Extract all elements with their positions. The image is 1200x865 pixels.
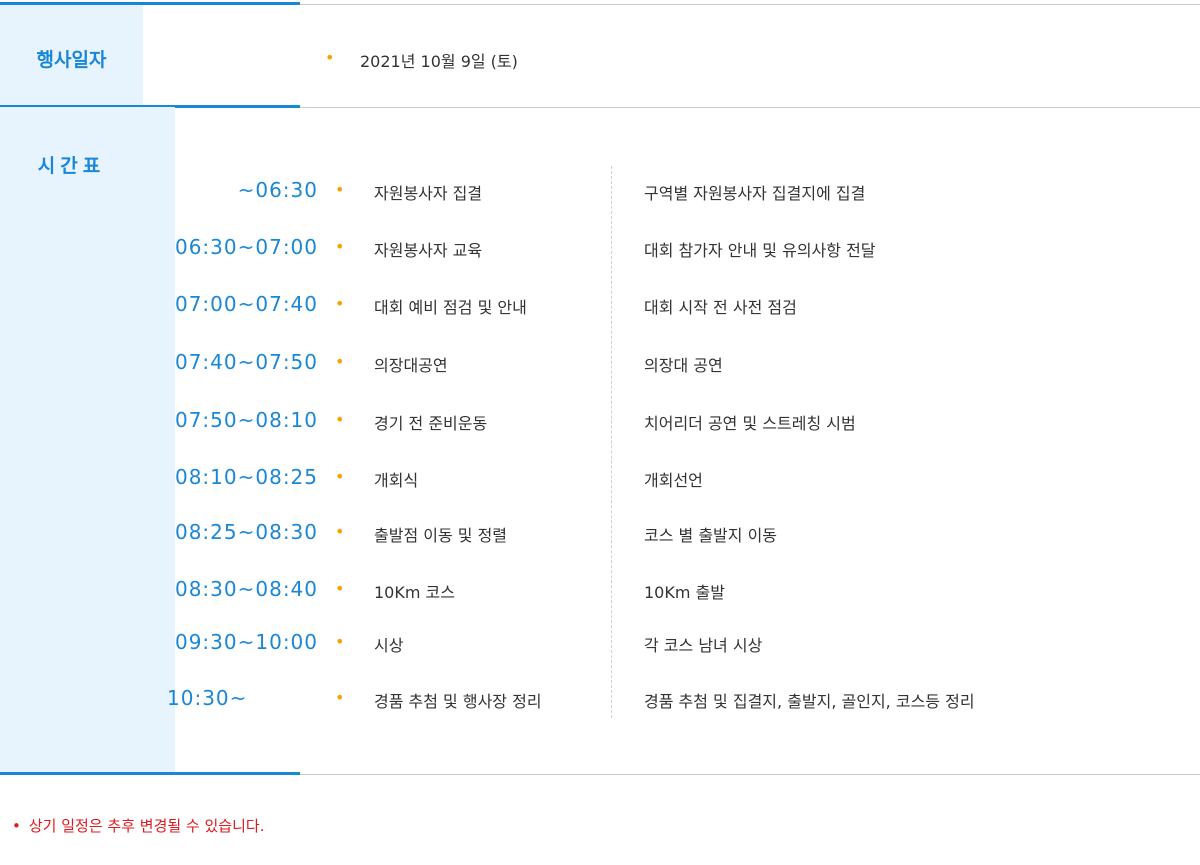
bullet-icon: • [335, 579, 345, 598]
bullet-icon: • [325, 48, 335, 67]
schedule-time: 07:40~07:50 [174, 350, 318, 374]
schedule-activity: 경기 전 준비운동 [374, 414, 488, 433]
schedule-time: 07:00~07:40 [174, 292, 318, 316]
schedule-label: 시간표 [37, 155, 106, 177]
schedule-description: 구역별 자원봉사자 집결지에 집결 [644, 184, 866, 203]
event-date-label: 행사일자 [36, 49, 107, 71]
schedule-activity: 경품 추첨 및 행사장 정리 [374, 692, 542, 711]
schedule-row: 08:10~08:25 • 개회식 개회선언 [143, 457, 1200, 497]
bullet-icon: • [335, 410, 345, 429]
schedule-description: 10Km 출발 [644, 583, 725, 602]
schedule-activity: 대회 예비 점검 및 안내 [374, 298, 527, 317]
section-divider [300, 107, 1200, 108]
schedule-row: 07:00~07:40 • 대회 예비 점검 및 안내 대회 시작 전 사전 점… [143, 284, 1200, 324]
schedule-time: 08:25~08:30 [174, 520, 318, 544]
schedule-activity: 자원봉사자 교육 [374, 241, 483, 260]
schedule-description: 치어리더 공연 및 스트레칭 시범 [644, 414, 856, 433]
top-divider [300, 4, 1200, 5]
schedule-description: 코스 별 출발지 이동 [644, 526, 778, 545]
schedule-activity: 출발점 이동 및 정렬 [374, 526, 508, 545]
schedule-activity: 자원봉사자 집결 [374, 184, 483, 203]
bullet-icon: • [335, 180, 345, 199]
schedule-row: 07:50~08:10 • 경기 전 준비운동 치어리더 공연 및 스트레칭 시… [143, 400, 1200, 440]
schedule-change-note: • 상기 일정은 추후 변경될 수 있습니다. [12, 815, 264, 836]
schedule-row: 08:25~08:30 • 출발점 이동 및 정렬 코스 별 출발지 이동 [143, 512, 1200, 552]
bullet-icon: • [335, 522, 345, 541]
note-bullet-icon: • [12, 817, 21, 835]
schedule-row: 07:40~07:50 • 의장대공연 의장대 공연 [143, 342, 1200, 382]
bullet-icon: • [335, 467, 345, 486]
schedule-row: ~06:30 • 자원봉사자 집결 구역별 자원봉사자 집결지에 집결 [143, 170, 1200, 210]
schedule-activity: 10Km 코스 [374, 583, 455, 602]
schedule-time: 06:30~07:00 [174, 235, 318, 259]
schedule-row: 06:30~07:00 • 자원봉사자 교육 대회 참가자 안내 및 유의사항 … [143, 227, 1200, 267]
bullet-icon: • [335, 237, 345, 256]
schedule-activity: 시상 [374, 636, 404, 655]
event-schedule-panel: 행사일자 • 2021년 10월 9일 (토) 시간표 ~06:30 • 자원봉… [0, 0, 1200, 865]
schedule-activity: 개회식 [374, 471, 419, 490]
bottom-accent-rule [0, 772, 300, 775]
schedule-description: 각 코스 남녀 시상 [644, 636, 763, 655]
schedule-time: 08:30~08:40 [174, 577, 318, 601]
schedule-row: 09:30~10:00 • 시상 각 코스 남녀 시상 [143, 622, 1200, 662]
schedule-activity: 의장대공연 [374, 356, 448, 375]
event-date-label-cell: 행사일자 [0, 5, 143, 106]
schedule-row: 10:30~ • 경품 추첨 및 행사장 정리 경품 추첨 및 집결지, 출발지… [143, 678, 1200, 718]
bullet-icon: • [335, 632, 345, 651]
schedule-time: 07:50~08:10 [174, 408, 318, 432]
bullet-icon: • [335, 352, 345, 371]
schedule-time: 10:30~ [167, 686, 248, 710]
schedule-time: 08:10~08:25 [174, 465, 318, 489]
schedule-time: ~06:30 [237, 178, 318, 202]
schedule-row: 08:30~08:40 • 10Km 코스 10Km 출발 [143, 569, 1200, 609]
bullet-icon: • [335, 688, 345, 707]
schedule-description: 경품 추첨 및 집결지, 출발지, 골인지, 코스등 정리 [644, 692, 975, 711]
bottom-divider [300, 774, 1200, 775]
schedule-description: 대회 참가자 안내 및 유의사항 전달 [644, 241, 876, 260]
schedule-description: 의장대 공연 [644, 356, 723, 375]
schedule-time: 09:30~10:00 [174, 630, 318, 654]
schedule-description: 대회 시작 전 사전 점검 [644, 298, 797, 317]
schedule-description: 개회선언 [644, 471, 703, 490]
event-date-value: 2021년 10월 9일 (토) [360, 52, 518, 71]
bullet-icon: • [335, 294, 345, 313]
note-text: 상기 일정은 추후 변경될 수 있습니다. [28, 817, 265, 835]
